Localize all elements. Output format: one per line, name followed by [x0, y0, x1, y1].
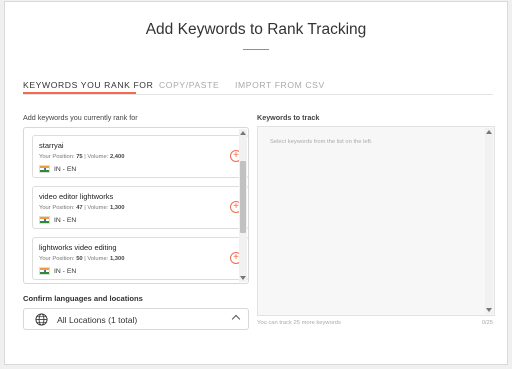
keyword-metrics: Your Position: 47 | Volume: 1,300 [39, 205, 125, 211]
keyword-list[interactable]: starryai Your Position: 75 | Volume: 2,4… [23, 127, 249, 284]
keyword-locale: IN - EN [39, 267, 76, 275]
keyword-text: lightworks video editing [39, 243, 117, 252]
chevron-up-icon [231, 314, 241, 324]
scroll-down-arrow-icon[interactable] [240, 276, 246, 280]
keywords-to-track-label: Keywords to track [257, 113, 320, 122]
location-select[interactable]: All Locations (1 total) [23, 308, 249, 330]
track-box-scrollbar[interactable] [485, 128, 493, 314]
keyword-text: starryai [39, 141, 64, 150]
india-flag-icon [39, 267, 50, 275]
modal: Add Keywords to Rank Tracking KEYWORDS Y… [4, 1, 508, 365]
tab-keywords-you-rank-for[interactable]: KEYWORDS YOU RANK FOR [23, 80, 153, 90]
keyword-card[interactable]: video editor lightworks Your Position: 4… [32, 186, 248, 229]
scroll-up-arrow-icon[interactable] [240, 131, 246, 135]
india-flag-icon [39, 165, 50, 173]
locations-label: Confirm languages and locations [23, 294, 143, 303]
keyword-locale: IN - EN [39, 165, 76, 173]
keyword-metrics: Your Position: 75 | Volume: 2,400 [39, 154, 125, 160]
keyword-text: video editor lightworks [39, 192, 114, 201]
page-title: Add Keywords to Rank Tracking [145, 21, 367, 38]
keyword-list-scrollbar[interactable] [239, 129, 247, 282]
keyword-card[interactable]: lightworks video editing Your Position: … [32, 237, 248, 280]
location-select-value: All Locations (1 total) [57, 315, 138, 325]
scroll-down-arrow-icon[interactable] [486, 308, 492, 312]
keywords-list-label: Add keywords you currently rank for [23, 113, 138, 122]
track-limit-info: You can track 25 more keywords [257, 320, 341, 326]
tab-copy-paste[interactable]: COPY/PASTE [159, 80, 219, 90]
keyword-locale: IN - EN [39, 216, 76, 224]
keywords-to-track-box: Select keywords from the list on the lef… [257, 126, 495, 316]
title-divider [243, 49, 269, 50]
tab-import-from-csv[interactable]: IMPORT FROM CSV [235, 80, 325, 90]
india-flag-icon [39, 216, 50, 224]
tabs-divider [23, 94, 493, 95]
track-placeholder: Select keywords from the list on the lef… [270, 139, 373, 145]
globe-icon [35, 313, 48, 326]
scroll-up-arrow-icon[interactable] [486, 130, 492, 134]
keyword-metrics: Your Position: 50 | Volume: 1,300 [39, 256, 125, 262]
keyword-card[interactable]: starryai Your Position: 75 | Volume: 2,4… [32, 135, 248, 178]
track-count: 0/25 [481, 320, 493, 326]
scrollbar-thumb[interactable] [240, 161, 246, 233]
